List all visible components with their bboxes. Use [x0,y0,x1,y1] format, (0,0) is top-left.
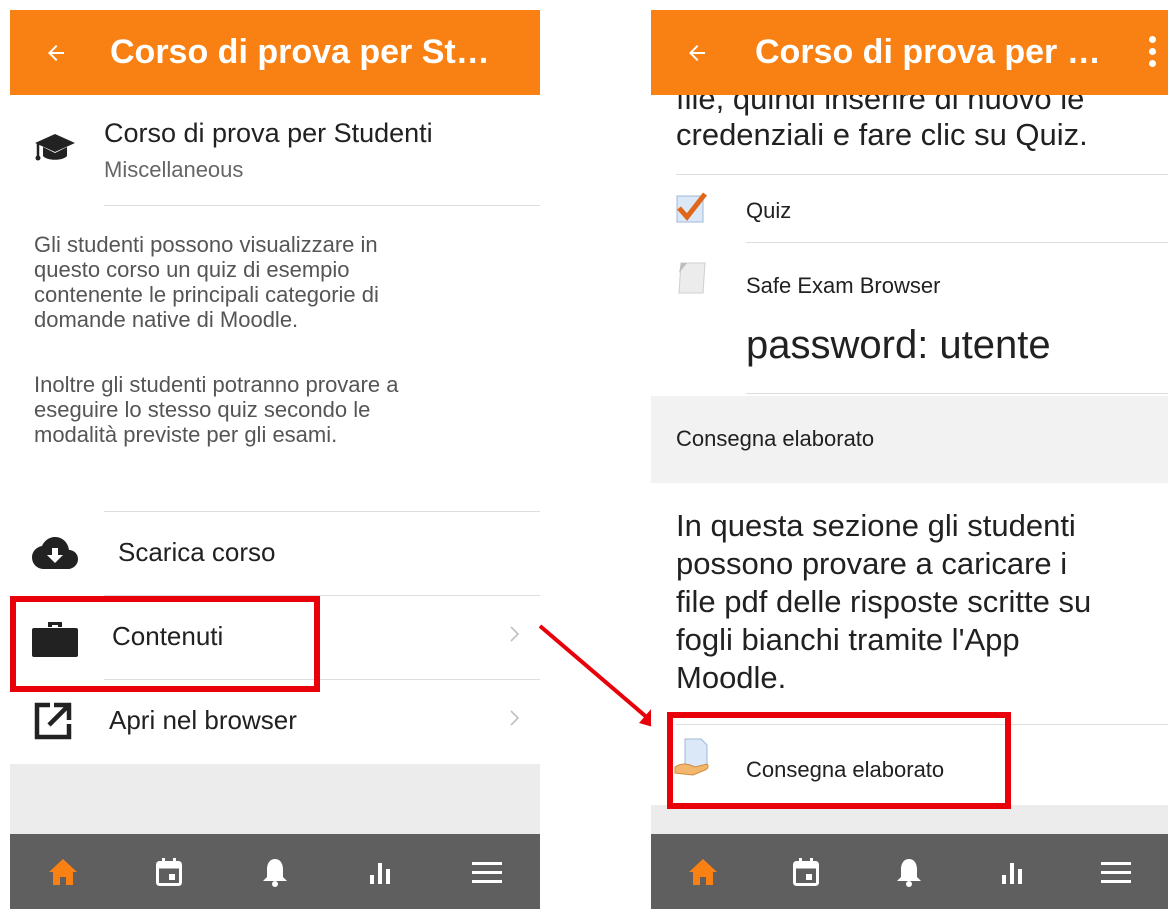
tab-home[interactable] [43,852,83,892]
tab-menu[interactable] [467,852,507,892]
course-header: Corso di prova per Studenti Miscellaneou… [10,105,540,205]
section-header: Consegna elaborato [651,396,1168,483]
description-line: Moodle. [676,660,787,695]
tab-grades[interactable] [361,852,401,892]
open-browser-label: Apri nel browser [109,705,297,735]
tab-menu[interactable] [1096,852,1136,892]
summary-line: Gli studenti possono visualizzare in [34,232,378,257]
app-title: Corso di prova per … [755,33,1101,71]
app-bar: Corso di prova per … [651,10,1168,95]
more-options-icon[interactable] [1146,36,1158,70]
empty-area [10,764,540,834]
quiz-icon [676,192,707,223]
highlight-contents [10,596,320,692]
menu-icon [1101,861,1132,883]
seb-label: Safe Exam Browser [746,273,941,298]
arrow-annotation [538,624,660,729]
home-icon [49,858,77,885]
divider [746,242,1168,243]
calendar-icon [156,857,182,886]
divider [104,205,540,206]
page-icon [678,262,706,294]
section-title: Consegna elaborato [676,426,875,451]
summary-line: modalità previste per gli esami. [34,422,338,447]
description-line: file pdf delle risposte scritte su [676,584,1092,619]
summary-line: eseguire lo stesso quiz secondo le [34,397,371,422]
tab-grades[interactable] [993,852,1033,892]
tab-calendar[interactable] [149,852,189,892]
bell-icon [263,858,287,887]
bell-icon [897,858,922,887]
course-title: Corso di prova per Studenti [104,118,433,148]
course-category: Miscellaneous [104,157,244,182]
open-in-new-icon [34,702,72,740]
description-line: possono provare a caricare i [676,546,1068,581]
bottom-tab-bar [10,834,540,909]
left-screen: Corso di prova per St… Corso di prova pe… [10,10,540,909]
divider [676,174,1168,175]
home-icon [688,858,717,885]
calendar-icon [793,857,820,886]
open-browser-row[interactable]: Apri nel browser [10,680,540,762]
tab-home[interactable] [683,852,723,892]
back-arrow-icon[interactable] [44,41,68,65]
menu-icon [472,861,502,883]
tab-notifications[interactable] [889,852,929,892]
highlight-assignment [667,712,1011,809]
download-course-row[interactable]: Scarica corso [10,512,540,594]
bottom-tab-bar [651,834,1168,909]
course-summary-2: Inoltre gli studenti potranno provare a … [34,372,514,447]
empty-area [651,805,1168,835]
course-summary: Gli studenti possono visualizzare in que… [34,232,514,332]
tab-calendar[interactable] [786,852,826,892]
grades-icon [1001,862,1022,884]
download-course-label: Scarica corso [118,537,276,567]
app-title: Corso di prova per St… [110,33,490,71]
section-description: In questa sezione gli studenti possono p… [676,507,1091,697]
credentials-text: credenziali e fare clic su Quiz. [676,117,1088,152]
quiz-label: Quiz [746,198,792,223]
graduation-cap-icon [35,134,75,161]
quiz-item[interactable]: Quiz [651,176,1168,246]
divider [746,393,1168,394]
seb-item[interactable]: Safe Exam Browser [651,253,1168,323]
password-text: password: utente [746,323,1051,367]
summary-line: Inoltre gli studenti potranno provare a [34,372,399,397]
chevron-right-icon [510,626,520,642]
summary-line: contenente le principali categorie di [34,282,379,307]
summary-line: questo corso un quiz di esempio [34,257,350,282]
description-line: In questa sezione gli studenti [676,508,1076,543]
back-arrow-icon[interactable] [685,41,709,65]
chevron-right-icon [510,710,520,726]
summary-line: domande native di Moodle. [34,307,299,332]
grades-icon [370,862,390,884]
cloud-download-icon [32,537,78,569]
description-line: fogli bianchi tramite l'App [676,622,1020,657]
app-bar: Corso di prova per St… [10,10,540,95]
tab-notifications[interactable] [255,852,295,892]
